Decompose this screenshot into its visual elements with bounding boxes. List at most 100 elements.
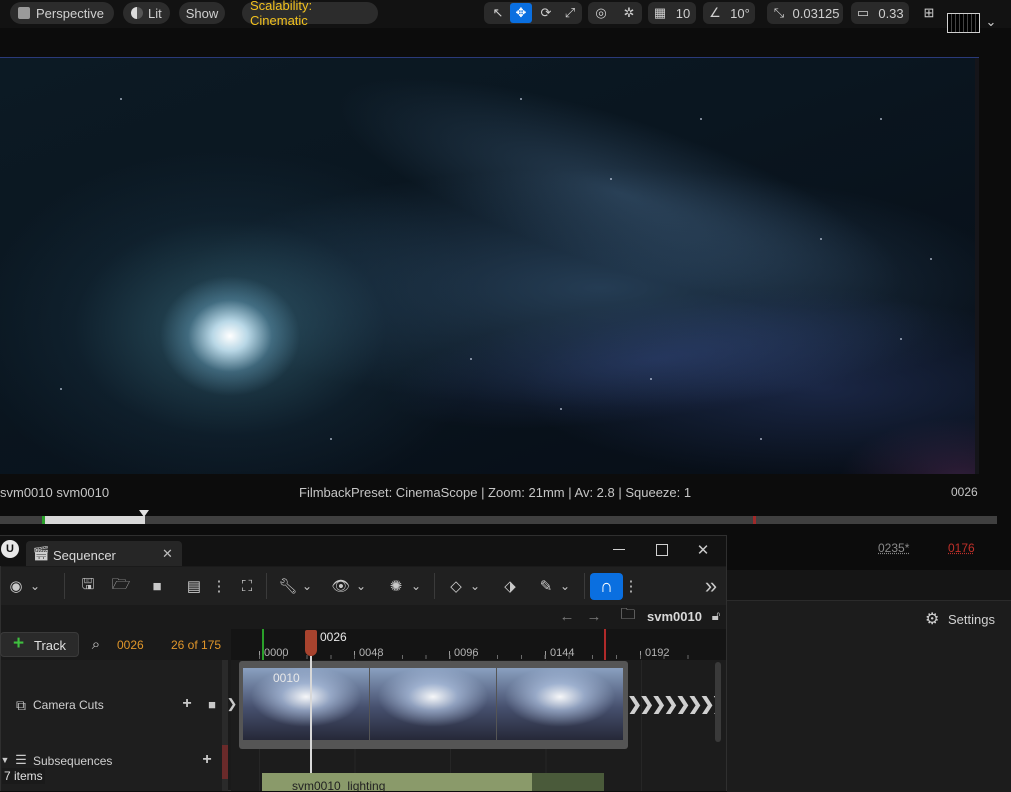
snapping-magnet-icon[interactable]: ∩	[590, 573, 623, 600]
forward-arrow-icon[interactable]: →	[584, 607, 604, 625]
chevron-down-icon[interactable]: ⌄	[300, 577, 314, 595]
star	[60, 388, 62, 390]
grid-snap-value[interactable]: 10	[672, 3, 694, 23]
star	[930, 258, 932, 260]
star	[900, 338, 902, 340]
sequencer-tab-title: Sequencer	[53, 548, 116, 563]
add-camera-cut-plus-icon[interactable]: +	[180, 695, 194, 712]
track-scrollbar[interactable]	[715, 662, 721, 742]
more-options-icon[interactable]: ⋮	[212, 577, 227, 595]
viewport-scrub-bar[interactable]	[0, 510, 997, 524]
chevron-down-icon[interactable]: ⌄	[984, 12, 998, 32]
folder-icon[interactable]: 🗀︎	[618, 606, 638, 625]
chevron-down-icon[interactable]: ⌄	[558, 577, 572, 595]
toolbar-divider	[64, 573, 65, 599]
world-coordinate-icon[interactable]: ◎	[590, 3, 612, 23]
edit-pen-icon[interactable]: ✎	[535, 577, 557, 595]
eye-icon[interactable]: 👁︎	[330, 577, 352, 595]
save-icon[interactable]: 🖫︎	[78, 576, 98, 595]
back-arrow-icon[interactable]: ←	[557, 607, 577, 625]
wrench-icon[interactable]: 🔧︎	[278, 577, 298, 595]
camera-cut-thumbnail	[370, 668, 496, 740]
viewport-side-gap	[979, 58, 1011, 474]
add-track-button[interactable]: + Track	[0, 632, 79, 657]
star	[520, 98, 522, 100]
angle-snap-value[interactable]: 10°	[727, 3, 753, 23]
scrub-playhead-icon[interactable]	[139, 510, 149, 517]
playhead-frame-label: 0026	[320, 630, 347, 644]
key-diamond-icon[interactable]: ◇	[445, 577, 467, 595]
star	[760, 438, 762, 440]
maximize-icon[interactable]	[656, 544, 668, 556]
show-button[interactable]: Show	[179, 2, 225, 24]
playhead-handle[interactable]	[305, 630, 317, 656]
scale-snap-icon[interactable]: ⤡	[769, 3, 789, 23]
scalability-label: Scalability: Cinematic	[250, 0, 313, 28]
scrub-end-marker	[753, 516, 756, 524]
close-window-icon[interactable]: ✕	[694, 541, 712, 559]
level-viewport[interactable]	[0, 58, 979, 474]
unlock-icon[interactable]: 🔓︎	[708, 607, 724, 625]
select-tool-icon[interactable]: ↖	[488, 3, 508, 23]
camera-cuts-icon: ⧉	[16, 696, 26, 713]
sequence-name-text[interactable]: svm0010	[647, 609, 702, 624]
world-icon[interactable]: ◉	[6, 577, 26, 595]
camera-cut-clip-label: 0010	[273, 671, 300, 685]
angle-snap-icon[interactable]: ∠	[705, 3, 725, 23]
lighting-clip-label: svm0010_lighting	[292, 779, 386, 791]
expand-toolbar-icon[interactable]: »	[700, 573, 722, 598]
nebula-streak-lower	[374, 259, 946, 457]
track-button-label: Track	[34, 638, 67, 653]
scale-tool-icon[interactable]: ⤢	[560, 3, 580, 23]
playhead-line	[310, 656, 312, 791]
grid-snap-icon[interactable]: ▦	[650, 3, 670, 23]
gear-icon[interactable]: ⚙	[925, 609, 939, 629]
camera-speed-value[interactable]: 0.33	[875, 3, 907, 23]
perspective-label: Perspective	[36, 5, 104, 21]
current-frame-text[interactable]: 0026	[117, 638, 144, 652]
star	[470, 358, 472, 360]
camera-lock-icon[interactable]: ■	[203, 696, 221, 712]
star	[560, 408, 562, 410]
surface-snap-icon[interactable]: ✲	[618, 3, 640, 23]
filter-icon[interactable]: ⌕	[86, 634, 106, 654]
chevron-down-icon[interactable]: ⌄	[468, 577, 482, 595]
move-tool-icon[interactable]: ✥	[510, 3, 532, 23]
add-subsequence-plus-icon[interactable]: +	[200, 751, 214, 768]
auto-key-icon[interactable]: ⬗	[499, 577, 521, 595]
viewport-layout-preview[interactable]	[947, 13, 980, 33]
lit-label: Lit	[148, 5, 162, 21]
browse-icon[interactable]: 🗁︎	[110, 576, 132, 595]
close-tab-icon[interactable]: ✕	[162, 546, 173, 562]
camera-cuts-expand-icon[interactable]: ❯	[227, 696, 238, 712]
perspective-button[interactable]: Perspective	[10, 2, 114, 24]
scalability-button[interactable]: Scalability: Cinematic	[242, 0, 378, 28]
minimize-icon[interactable]	[613, 549, 625, 550]
camera-cuts-track-label[interactable]: Camera Cuts	[33, 698, 104, 712]
toolbar-divider	[266, 573, 267, 599]
camera-speed-icon[interactable]: ▭	[853, 3, 873, 23]
end-frame-text[interactable]: 0235*	[878, 541, 909, 555]
sequencer-tab[interactable]: 🎬︎ Sequencer ✕	[26, 541, 182, 566]
lighting-subsequence-clip[interactable]: svm0010_lighting	[262, 773, 604, 791]
actions-icon[interactable]: ⛶	[236, 577, 258, 595]
render-movie-icon[interactable]: ▤	[183, 577, 205, 595]
star	[820, 238, 822, 240]
rotate-tool-icon[interactable]: ⟳	[536, 3, 556, 23]
lit-button[interactable]: Lit	[123, 2, 170, 24]
star	[610, 178, 612, 180]
playback-options-icon[interactable]: ✺	[385, 577, 407, 595]
red-frame-text[interactable]: 0176	[948, 541, 975, 555]
chevron-down-icon[interactable]: ⌄	[354, 577, 368, 595]
chevron-down-icon[interactable]: ⌄	[28, 577, 42, 595]
layout-icon[interactable]: ⊞	[918, 3, 940, 23]
chevron-down-icon[interactable]: ⌄	[409, 577, 423, 595]
subsequences-track-label[interactable]: Subsequences	[33, 754, 112, 768]
scale-snap-value[interactable]: 0.03125	[791, 3, 841, 23]
subsequences-collapse-icon[interactable]: ▼	[0, 753, 10, 767]
settings-label[interactable]: Settings	[948, 612, 995, 627]
subsequence-color-strip	[222, 745, 228, 779]
ruler-minor-ticks	[259, 655, 699, 659]
snapping-options-icon[interactable]: ⋮	[624, 577, 639, 595]
camera-icon[interactable]: ■	[146, 577, 168, 595]
